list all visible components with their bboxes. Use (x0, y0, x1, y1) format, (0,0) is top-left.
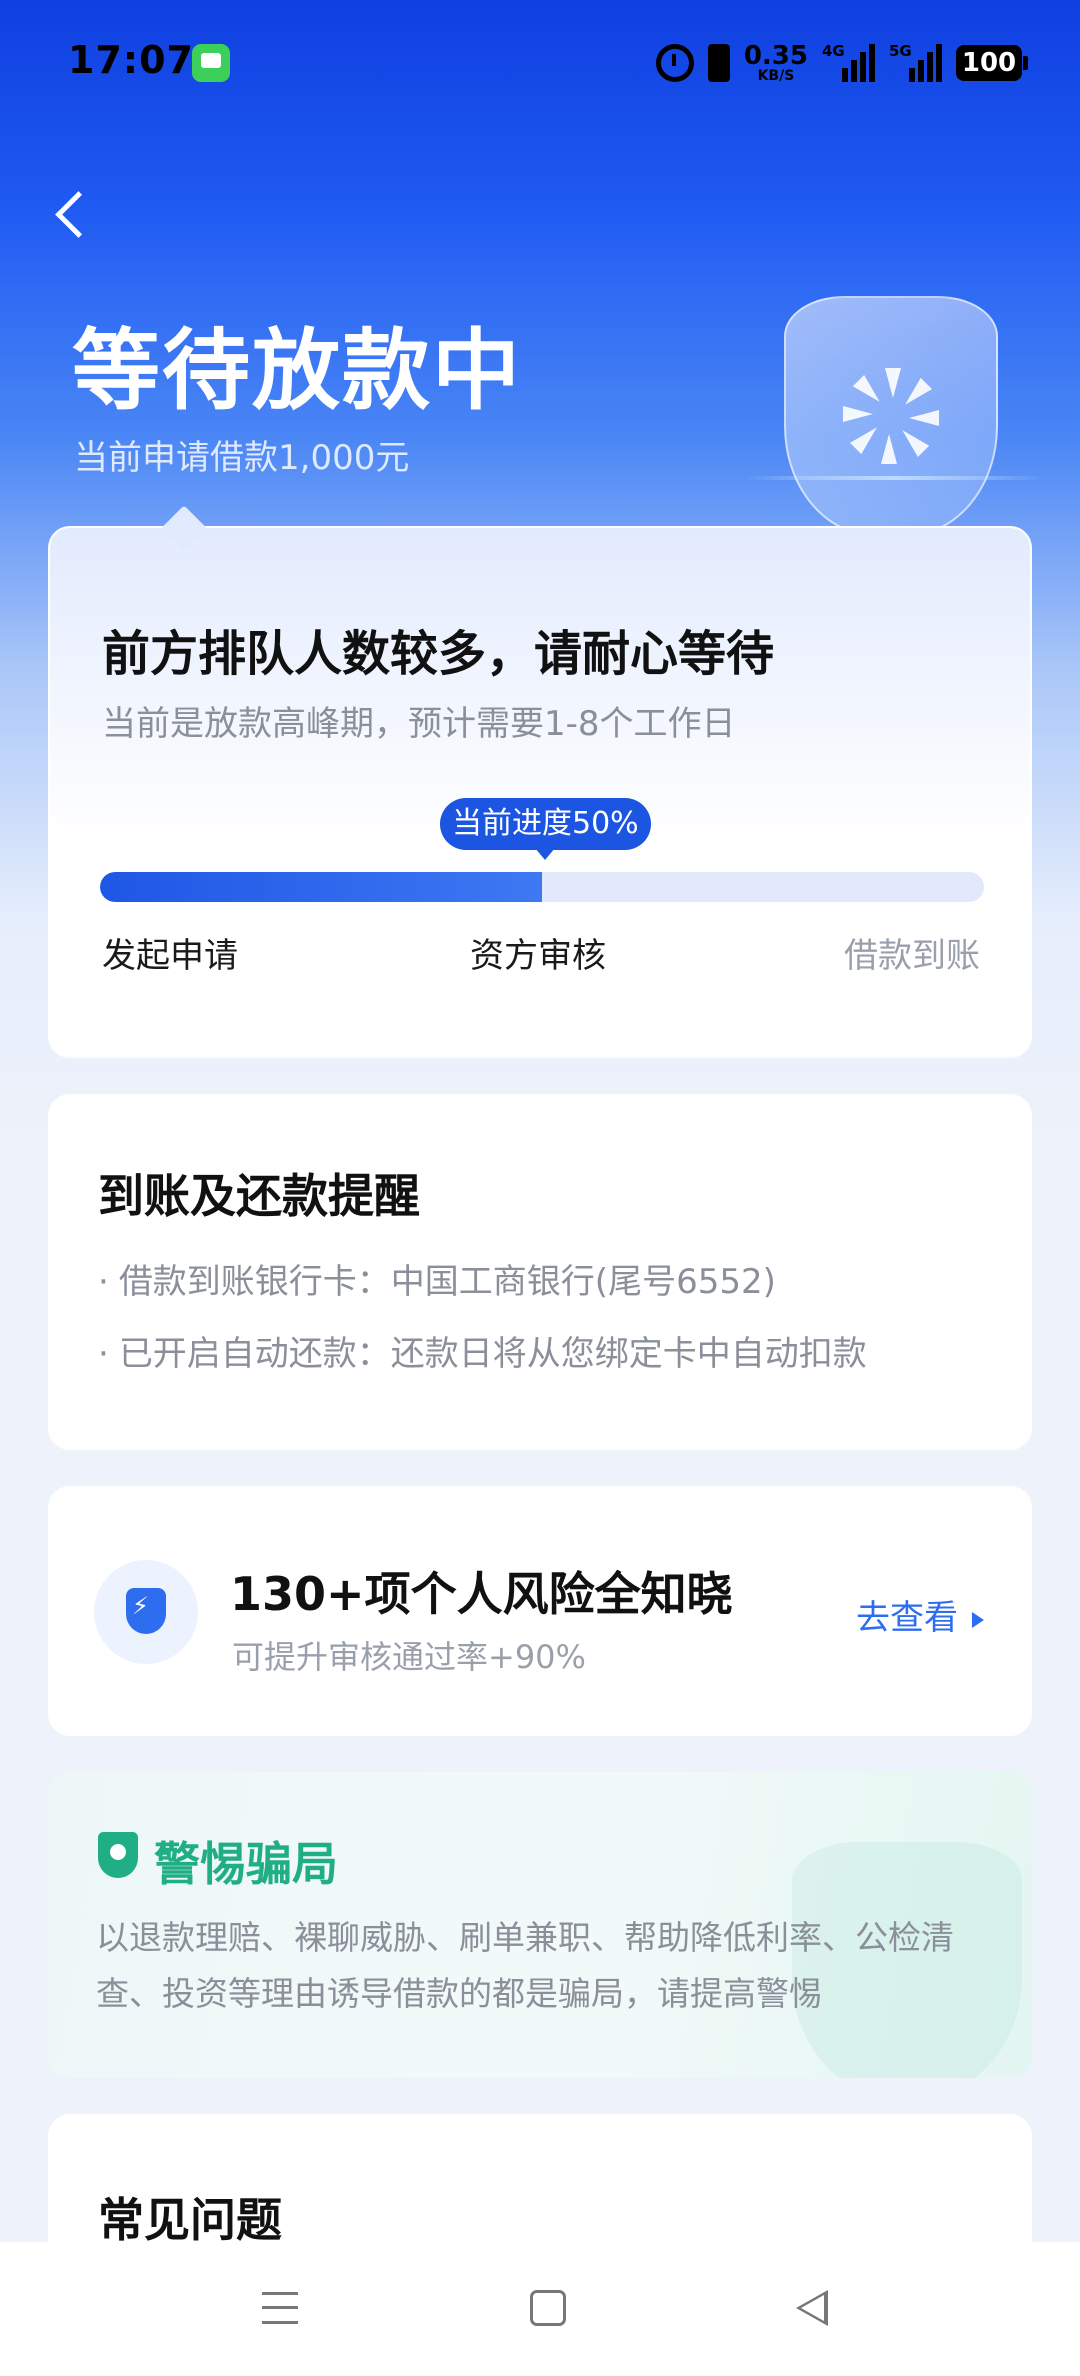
signal-5g-icon: 5G (889, 42, 942, 82)
back-triangle-icon[interactable] (796, 2290, 828, 2326)
alarm-icon (655, 44, 694, 82)
reminder-card: 到账及还款提醒 借款到账银行卡：中国工商银行(尾号6552) 已开启自动还款：还… (48, 1094, 1032, 1450)
risk-subtitle: 可提升审核通过率+90% (232, 1638, 586, 1676)
vibrate-icon (707, 44, 730, 82)
system-nav-bar (0, 2242, 1080, 2376)
message-notification-icon (192, 44, 230, 82)
step-review: 资方审核 (470, 936, 606, 976)
fraud-text: 以退款理赔、裸聊威胁、刷单兼职、帮助降低利率、公检清查、投资等理由诱导借款的都是… (96, 1918, 954, 2013)
reminder-bank-card: 借款到账银行卡：中国工商银行(尾号6552) (98, 1254, 776, 1303)
loan-amount-subtitle: 当前申请借款1,000元 (74, 438, 410, 478)
progress-bubble: 当前进度50% (440, 798, 651, 860)
status-icons: 0.35 KB/S 4G 5G 100 (655, 38, 1028, 88)
recent-apps-icon[interactable] (262, 2292, 298, 2324)
progress-subtitle: 当前是放款高峰期，预计需要1-8个工作日 (102, 704, 736, 744)
reminder-auto-repay: 已开启自动还款：还款日将从您绑定卡中自动扣款 (98, 1326, 867, 1375)
fraud-shield-icon (98, 1832, 138, 1878)
risk-title: 130+项个人风险全知晓 (230, 1567, 733, 1621)
loan-progress-card: 前方排队人数较多，请耐心等待 当前是放款高峰期，预计需要1-8个工作日 当前进度… (48, 505, 1032, 1058)
battery-icon: 100 (956, 45, 1028, 81)
page-title: 等待放款中 (72, 319, 523, 422)
signal-4g-icon: 4G (822, 42, 875, 82)
progress-track (100, 872, 984, 902)
reminder-title: 到账及还款提醒 (98, 1169, 420, 1223)
progress-title: 前方排队人数较多，请耐心等待 (102, 626, 775, 682)
view-risk-link[interactable]: 去查看 (856, 1590, 984, 1639)
network-speed: 0.35 KB/S (743, 41, 808, 84)
back-button[interactable] (44, 178, 104, 248)
home-icon[interactable] (530, 2290, 566, 2326)
status-bar: 17:07 0.35 KB/S 4G 5G 100 (0, 0, 1080, 130)
step-apply: 发起申请 (102, 936, 238, 976)
fraud-warning-card: 警惕骗局 以退款理赔、裸聊威胁、刷单兼职、帮助降低利率、公检清查、投资等理由诱导… (48, 1772, 1032, 2078)
risk-check-card[interactable]: 130+项个人风险全知晓 可提升审核通过率+90% 去查看 (48, 1486, 1032, 1736)
shield-logo-icon (744, 296, 1044, 536)
fraud-title: 警惕骗局 (154, 1837, 338, 1891)
step-disbursed: 借款到账 (844, 936, 980, 976)
progress-fill (100, 872, 542, 902)
status-time: 17:07 (68, 38, 194, 82)
risk-shield-icon (94, 1560, 198, 1664)
faq-title: 常见问题 (98, 2193, 282, 2247)
